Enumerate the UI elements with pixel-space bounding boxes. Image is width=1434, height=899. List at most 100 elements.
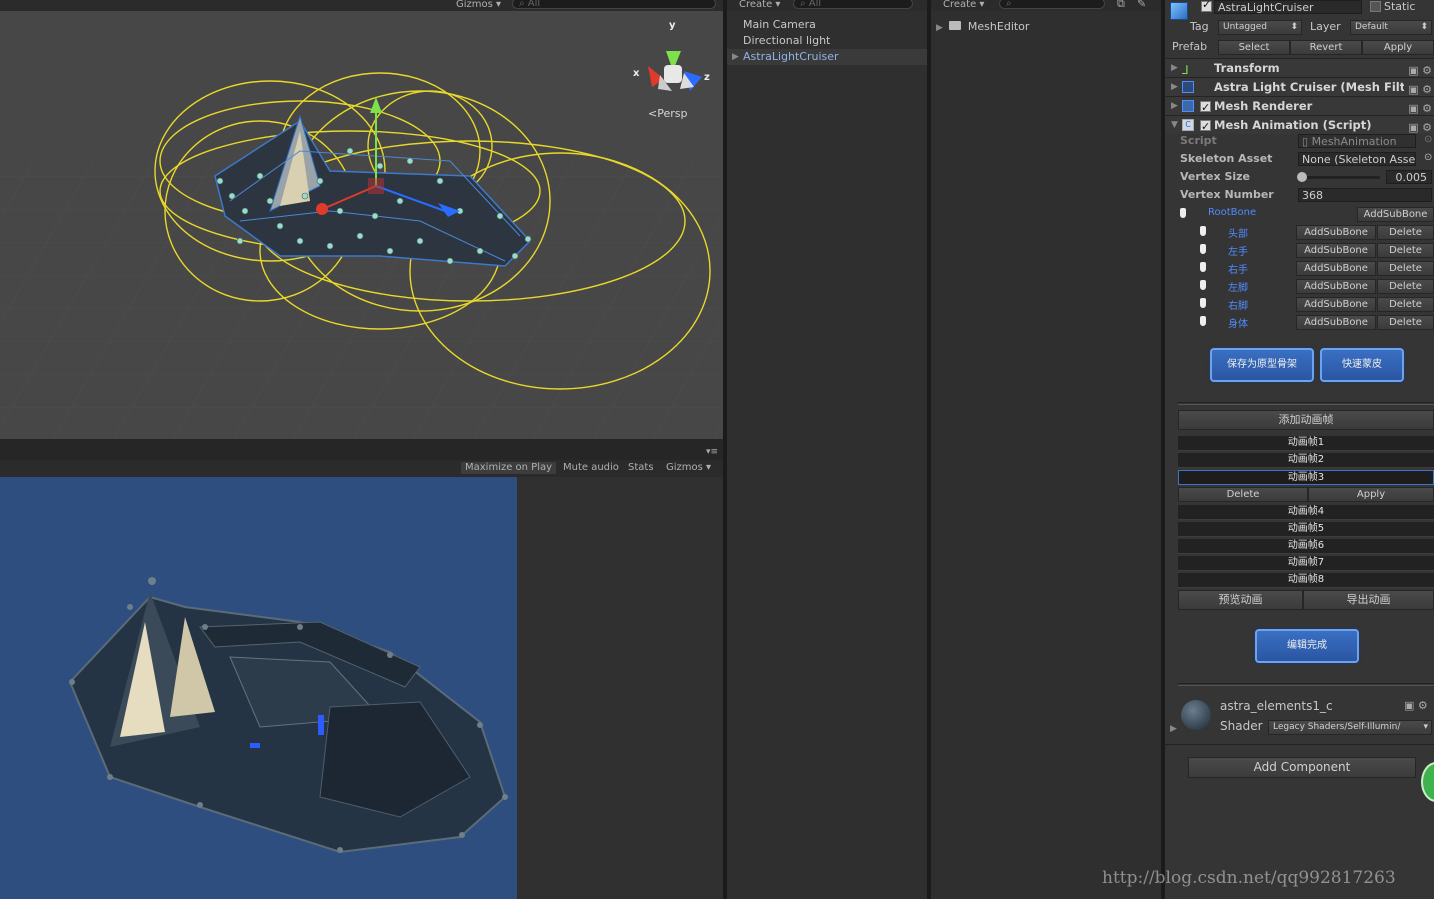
- animation-frame-item[interactable]: 动画帧3: [1178, 470, 1434, 485]
- hierarchy-create-button[interactable]: Create ▾: [735, 0, 784, 10]
- component-settings-icon[interactable]: ▣ ⚙: [1408, 80, 1432, 96]
- skeleton-asset-field[interactable]: None (Skeleton Asset): [1298, 152, 1416, 166]
- save-skeleton-button[interactable]: 保存为原型骨架: [1210, 348, 1314, 382]
- animation-frame-item[interactable]: 动画帧4: [1178, 505, 1434, 520]
- static-checkbox[interactable]: [1370, 1, 1381, 12]
- bone-delete-button[interactable]: Delete: [1377, 261, 1434, 276]
- tag-dropdown[interactable]: Untagged ⬍: [1218, 20, 1302, 35]
- bone-add-sub-bone-button[interactable]: AddSubBone: [1296, 225, 1376, 240]
- collapse-arrow-icon[interactable]: ▼: [1171, 116, 1178, 135]
- layer-label: Layer: [1310, 20, 1341, 33]
- prefab-apply-button[interactable]: Apply: [1362, 40, 1434, 55]
- quick-skin-button[interactable]: 快速蒙皮: [1320, 348, 1404, 382]
- bone-label[interactable]: 右脚: [1228, 297, 1248, 312]
- hierarchy-item-astralightcruiser[interactable]: ▶ AstraLightCruiser: [727, 49, 927, 65]
- material-settings-icon[interactable]: ▣ ⚙: [1404, 699, 1428, 712]
- expand-arrow-icon[interactable]: ▶: [1171, 97, 1178, 116]
- game-toolbar: Maximize on Play Mute audio Stats Gizmos…: [0, 460, 723, 477]
- scene-view[interactable]: y x z <Persp: [0, 11, 723, 439]
- bone-delete-button[interactable]: Delete: [1377, 243, 1434, 258]
- expand-arrow-icon[interactable]: ▶: [1171, 59, 1178, 78]
- maximize-on-play-button[interactable]: Maximize on Play: [461, 462, 557, 474]
- shader-dropdown[interactable]: Legacy Shaders/Self-Illumin/▾: [1268, 720, 1432, 735]
- scene-canvas[interactable]: [0, 11, 723, 439]
- panel-separator[interactable]: [1161, 0, 1165, 899]
- slider-thumb[interactable]: [1297, 172, 1307, 182]
- mute-audio-button[interactable]: Mute audio: [559, 462, 623, 474]
- bone-delete-button[interactable]: Delete: [1377, 279, 1434, 294]
- bone-add-sub-bone-button[interactable]: AddSubBone: [1296, 315, 1376, 330]
- bone-add-sub-bone-button[interactable]: AddSubBone: [1296, 297, 1376, 312]
- animation-frame-item[interactable]: 动画帧5: [1178, 522, 1434, 537]
- vertex-size-slider[interactable]: [1298, 176, 1380, 179]
- layer-dropdown[interactable]: Default ⬍: [1350, 20, 1432, 35]
- game-gizmos-dropdown[interactable]: Gizmos ▾: [662, 462, 715, 474]
- panel-menu-icon[interactable]: ▾≡: [706, 447, 718, 457]
- hierarchy-item-main-camera[interactable]: Main Camera: [727, 17, 927, 33]
- prefab-revert-button[interactable]: Revert: [1290, 40, 1362, 55]
- bone-label[interactable]: 左脚: [1228, 279, 1248, 294]
- animation-frame-item[interactable]: 动画帧2: [1178, 453, 1434, 468]
- active-checkbox[interactable]: [1201, 0, 1212, 12]
- component-mesh-filter[interactable]: ▶ Astra Light Cruiser (Mesh Filter) ▣ ⚙: [1165, 77, 1434, 96]
- vertex-size-field[interactable]: 0.005: [1386, 170, 1432, 184]
- expand-arrow-icon[interactable]: ▶: [1170, 724, 1177, 734]
- game-view[interactable]: [0, 477, 517, 899]
- scene-gizmos-dropdown[interactable]: Gizmos ▾: [452, 0, 505, 10]
- object-picker-icon[interactable]: ⊙: [1424, 134, 1432, 145]
- animation-frame-item[interactable]: 动画帧8: [1178, 573, 1434, 588]
- object-picker-icon[interactable]: ⊙: [1424, 152, 1432, 163]
- preview-animation-button[interactable]: 预览动画: [1178, 590, 1303, 610]
- expand-arrow-icon[interactable]: ▶: [732, 49, 739, 65]
- bone-label[interactable]: 左手: [1228, 243, 1248, 258]
- project-create-label: Create: [943, 0, 977, 10]
- prefab-select-button[interactable]: Select: [1218, 40, 1290, 55]
- hierarchy-search-input[interactable]: ⌕ All: [793, 0, 913, 9]
- filter-label-icon[interactable]: ✎: [1137, 0, 1146, 10]
- persp-toggle[interactable]: <Persp: [648, 107, 687, 120]
- scene-gizmos-label: Gizmos: [456, 0, 493, 10]
- hierarchy-item-directional-light[interactable]: Directional light: [727, 33, 927, 49]
- project-create-button[interactable]: Create ▾: [939, 0, 988, 10]
- expand-arrow-icon[interactable]: ▶: [936, 23, 943, 33]
- bone-label[interactable]: 右手: [1228, 261, 1248, 276]
- bone-delete-button[interactable]: Delete: [1377, 315, 1434, 330]
- frame-delete-button[interactable]: Delete: [1178, 487, 1308, 502]
- add-frame-button[interactable]: 添加动画帧: [1178, 410, 1434, 430]
- bone-delete-button[interactable]: Delete: [1377, 297, 1434, 312]
- vertex-number-field[interactable]: 368: [1298, 188, 1432, 202]
- tag-label: Tag: [1190, 20, 1209, 33]
- object-name-field[interactable]: AstraLightCruiser: [1214, 0, 1362, 14]
- root-bone-label[interactable]: RootBone: [1208, 207, 1256, 218]
- bone-delete-button[interactable]: Delete: [1377, 225, 1434, 240]
- export-animation-button[interactable]: 导出动画: [1303, 590, 1434, 610]
- animation-frame-item[interactable]: 动画帧1: [1178, 436, 1434, 451]
- component-enabled-checkbox[interactable]: [1200, 117, 1211, 136]
- root-add-sub-bone-button[interactable]: AddSubBone: [1357, 207, 1434, 222]
- expand-arrow-icon[interactable]: ▶: [1171, 78, 1178, 96]
- project-folder-row[interactable]: ▶ MeshEditor: [936, 19, 1029, 35]
- scene-search-input[interactable]: ⌕ All: [512, 0, 716, 9]
- component-transform[interactable]: ▶ ⅃ Transform ▣ ⚙: [1165, 58, 1434, 77]
- filter-type-icon[interactable]: ⧉: [1117, 0, 1125, 11]
- add-component-button[interactable]: Add Component: [1188, 757, 1416, 778]
- component-mesh-renderer[interactable]: ▶ Mesh Renderer ▣ ⚙: [1165, 96, 1434, 117]
- panel-separator[interactable]: [723, 0, 727, 899]
- component-title: Astra Light Cruiser (Mesh Filter): [1214, 80, 1404, 94]
- panel-separator[interactable]: [927, 0, 931, 899]
- animation-frame-item[interactable]: 动画帧6: [1178, 539, 1434, 554]
- folder-label: MeshEditor: [967, 20, 1030, 33]
- bone-label[interactable]: 头部: [1228, 225, 1248, 240]
- frame-apply-button[interactable]: Apply: [1308, 487, 1434, 502]
- bone-add-sub-bone-button[interactable]: AddSubBone: [1296, 243, 1376, 258]
- component-mesh-animation[interactable]: ▼ C Mesh Animation (Script) ▣ ⚙: [1165, 115, 1434, 136]
- project-search-input[interactable]: ⌕: [999, 0, 1105, 9]
- bone-pin-icon: [1200, 226, 1206, 236]
- bone-label[interactable]: 身体: [1228, 315, 1248, 330]
- bone-add-sub-bone-button[interactable]: AddSubBone: [1296, 261, 1376, 276]
- component-enabled-checkbox[interactable]: [1200, 98, 1211, 117]
- edit-done-button[interactable]: 编辑完成: [1255, 629, 1359, 663]
- bone-add-sub-bone-button[interactable]: AddSubBone: [1296, 279, 1376, 294]
- stats-button[interactable]: Stats: [624, 462, 658, 474]
- animation-frame-item[interactable]: 动画帧7: [1178, 556, 1434, 571]
